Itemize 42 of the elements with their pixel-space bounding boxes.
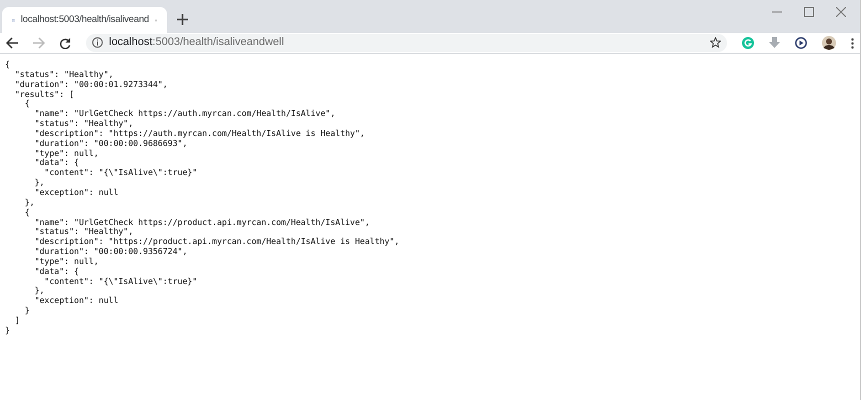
close-icon[interactable] [836,7,846,17]
json-line: "duration": "00:00:01.9273344", [14,80,168,90]
json-line: { [5,60,10,70]
json-line: "results": [ [14,90,74,100]
play-icon[interactable] [795,37,807,49]
reload-icon[interactable] [60,38,71,48]
json-line: "duration": "00:00:00.9356724", [34,247,188,257]
json-line: }, [34,178,44,188]
json-line: "status": "Healthy", [34,227,134,238]
json-line: "exception": null [34,188,118,198]
address-bar[interactable]: localhost:5003/health/isaliveandwell [86,34,727,52]
json-line: } [5,326,10,336]
json-line: ] [14,316,20,326]
new-tab-icon[interactable] [177,14,188,25]
json-line: "content": "{\"IsAlive\":true}" [43,168,198,178]
json-line: }, [34,286,44,296]
info-icon[interactable] [92,37,103,48]
menu-icon[interactable] [851,38,854,48]
json-line: "name": "UrlGetCheck https://product.api.myrcan.com/Health/IsAlive", [34,218,370,228]
star-icon[interactable] [710,37,721,48]
tab-title: localhost:5003/health/isaliveand [20,12,149,27]
url-text: localhost:5003/health/isaliveandwell [109,35,284,50]
avatar-icon[interactable] [822,36,836,50]
json-line: "data": { [34,266,79,277]
json-line: "type": null, [34,256,99,267]
json-line: } [24,306,30,316]
json-line: "data": { [34,158,79,168]
browser-tab[interactable]: localhost:5003/health/isaliveand [2,7,167,33]
json-line: "duration": "00:00:00.9686693", [34,138,188,149]
json-line: }, [24,198,35,208]
json-line: "type": null, [34,148,99,158]
json-line: "description": "https://product.api.myrcan.com/Health/IsAlive is Healthy", [34,237,400,248]
maximize-icon[interactable] [804,7,814,17]
back-arrow-icon[interactable] [6,37,18,49]
json-line: "status": "Healthy", [34,119,134,129]
json-line: { [24,208,30,218]
json-line: "status": "Healthy", [14,70,114,80]
json-line: { [24,99,30,110]
json-line: "exception": null [34,296,118,306]
json-line: "description": "https://auth.myrcan.com/Health/IsAlive is Healthy", [34,128,365,139]
json-line: "content": "{\"IsAlive\":true}" [43,276,198,286]
json-line: "name": "UrlGetCheck https://auth.myrcan.com/Health/IsAlive", [34,109,336,120]
